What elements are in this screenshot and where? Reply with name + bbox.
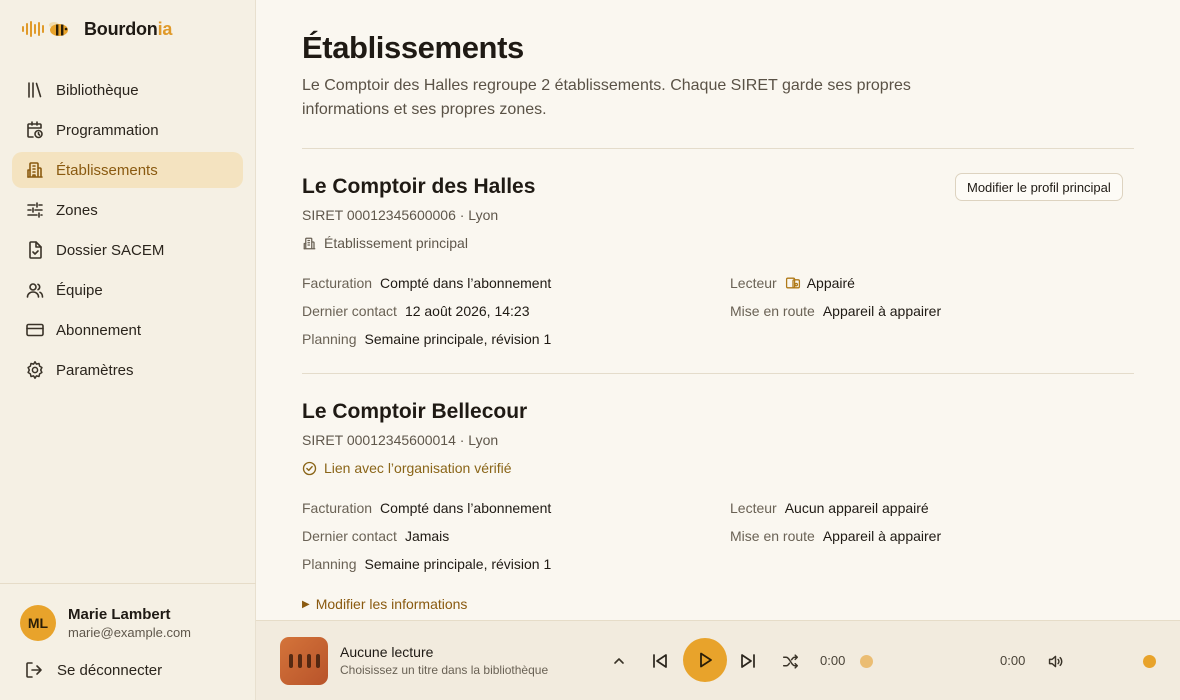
sidebar-item-label: Abonnement (56, 321, 142, 339)
billing-field: Facturation Compté dans l’abonnement (302, 500, 552, 516)
establishment-name: Le Comptoir des Halles (302, 175, 536, 198)
sound-wave-icon (22, 19, 44, 39)
brand-logo[interactable]: Bourdonia (22, 18, 172, 40)
setup-field: Mise en route Appareil à appairer (730, 303, 942, 319)
paired-device-icon (785, 277, 800, 289)
planning-field: Planning Semaine principale, révision 1 (302, 556, 552, 572)
verified-badge: Lien avec l’organisation vérifié (302, 460, 512, 476)
volume-icon (1048, 655, 1062, 667)
user-name: Marie Lambert (68, 606, 171, 623)
divider (302, 148, 1134, 149)
gear-icon (25, 360, 45, 380)
page-title: Établissements (302, 30, 524, 65)
next-track-button[interactable] (737, 650, 759, 672)
seek-handle[interactable] (860, 654, 873, 668)
building-icon (25, 160, 45, 180)
logout-label: Se déconnecter (57, 661, 163, 679)
now-playing-subtitle: Choisissez un titre dans la bibliothèque (340, 663, 549, 677)
sidebar: Bourdonia Bibliothèque Programmation Éta… (0, 0, 256, 700)
skip-back-icon (653, 654, 667, 668)
sidebar-item-label: Équipe (56, 281, 103, 299)
mute-button[interactable] (1045, 651, 1065, 671)
check-circle-icon (302, 461, 317, 475)
edit-main-profile-button[interactable]: Modifier le profil principal (955, 173, 1123, 201)
sidebar-item-bibliotheque[interactable]: Bibliothèque (12, 72, 243, 108)
expand-player-button[interactable] (607, 651, 631, 671)
sidebar-item-parametres[interactable]: Paramètres (12, 352, 243, 388)
previous-track-button[interactable] (649, 650, 671, 672)
logout-icon (26, 662, 42, 678)
duration-time: 0:00 (1000, 653, 1026, 668)
elapsed-time: 0:00 (820, 653, 846, 668)
sidebar-item-dossier-sacem[interactable]: Dossier SACEM (12, 232, 243, 268)
establishment-name: Le Comptoir Bellecour (302, 400, 528, 423)
main-nav: Bibliothèque Programmation Établissement… (12, 72, 243, 392)
player-field: Lecteur Aucun appareil appairé (730, 500, 929, 516)
sidebar-item-abonnement[interactable]: Abonnement (12, 312, 243, 348)
sidebar-item-equipe[interactable]: Équipe (12, 272, 243, 308)
status-badge: Établissement principal (302, 235, 468, 251)
sidebar-item-label: Établissements (56, 161, 158, 179)
skip-forward-icon (741, 654, 755, 668)
file-check-icon (25, 240, 45, 260)
main-content: Établissements Le Comptoir des Halles re… (256, 0, 1180, 620)
last-contact-field: Dernier contact Jamais (302, 528, 450, 544)
chevron-up-icon (614, 658, 624, 664)
now-playing-title: Aucune lecture (340, 644, 434, 660)
establishment-siret: SIRET 00012345600006 · Lyon (302, 207, 499, 223)
sidebar-item-label: Zones (56, 201, 98, 219)
bee-icon (49, 22, 68, 36)
last-contact-field: Dernier contact 12 août 2026, 14:23 (302, 303, 530, 319)
library-icon (25, 80, 45, 100)
shuffle-button[interactable] (780, 651, 800, 671)
divider (302, 373, 1134, 374)
edit-info-disclosure[interactable]: ▶ Modifier les informations (302, 596, 467, 612)
play-icon (700, 652, 712, 668)
seek-slider[interactable] (858, 651, 988, 671)
billing-field: Facturation Compté dans l’abonnement (302, 275, 552, 291)
volume-slider[interactable] (1076, 651, 1156, 671)
building-icon (303, 237, 316, 249)
user-panel: ML Marie Lambert marie@example.com Se dé… (0, 583, 256, 700)
sidebar-item-programmation[interactable]: Programmation (12, 112, 243, 148)
page-description: Le Comptoir des Halles regroupe 2 établi… (302, 77, 911, 118)
user-email: marie@example.com (68, 625, 192, 640)
sliders-icon (25, 200, 45, 220)
planning-field: Planning Semaine principale, révision 1 (302, 331, 552, 347)
sidebar-item-label: Dossier SACEM (56, 241, 165, 259)
establishment-siret: SIRET 00012345600014 · Lyon (302, 432, 499, 448)
player-field: Lecteur Appairé (730, 275, 855, 291)
credit-card-icon (25, 320, 45, 340)
album-cover (280, 637, 328, 685)
volume-handle[interactable] (1143, 654, 1156, 668)
setup-field: Mise en route Appareil à appairer (730, 528, 942, 544)
sidebar-item-etablissements[interactable]: Établissements (12, 152, 243, 188)
calendar-clock-icon (25, 120, 45, 140)
logout-button[interactable]: Se déconnecter (24, 660, 162, 680)
sidebar-item-label: Paramètres (56, 361, 134, 379)
play-button[interactable] (683, 638, 727, 682)
sidebar-item-label: Programmation (56, 121, 159, 139)
users-icon (25, 280, 45, 300)
sidebar-item-label: Bibliothèque (56, 81, 139, 99)
audio-player: Aucune lecture Choisissez un titre dans … (256, 620, 1180, 700)
avatar[interactable]: ML (20, 605, 56, 641)
brand-name: Bourdonia (84, 18, 173, 39)
sidebar-item-zones[interactable]: Zones (12, 192, 243, 228)
shuffle-icon (782, 653, 798, 669)
triangle-right-icon: ▶ (302, 598, 310, 610)
